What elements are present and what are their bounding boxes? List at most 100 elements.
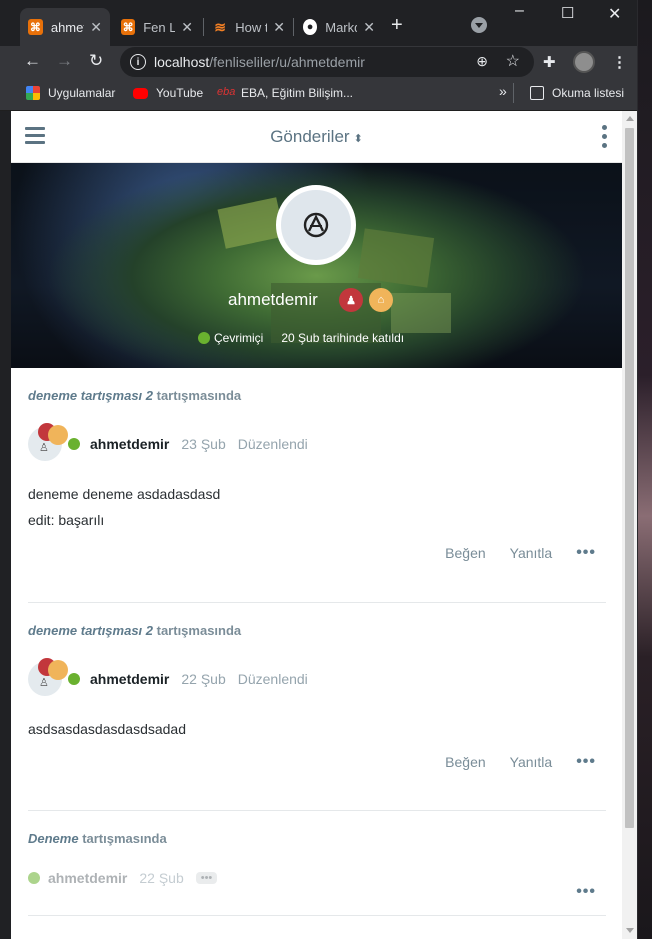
online-status: Çevrimiçi: [214, 331, 264, 345]
tab-title: How to: [235, 19, 268, 35]
tab-strip: ⌘ ahmetdemir ✕ ⌘ Fen Liseliler ✕ ≋ How t…: [0, 0, 637, 46]
tab-ahmetdemir[interactable]: ⌘ ahmetdemir ✕: [20, 8, 110, 46]
post-text-line: asdsasdasdasdasdsadad: [28, 721, 187, 737]
online-dot-icon: [68, 438, 80, 450]
scroll-down-icon[interactable]: [626, 928, 634, 933]
browser-menu-icon[interactable]: ⋮: [612, 53, 627, 71]
discussion-link[interactable]: deneme tartışması 2 tartışmasında: [28, 623, 606, 638]
post-text-line: edit: başarılı: [28, 512, 105, 528]
discussion-link[interactable]: deneme tartışması 2 tartışmasında: [28, 388, 606, 403]
like-button[interactable]: Beğen: [445, 754, 485, 770]
minimize-button[interactable]: –: [515, 2, 524, 20]
zoom-icon[interactable]: ⊕: [476, 53, 488, 70]
flarum-favicon-icon: ⌘: [121, 19, 136, 35]
bookmark-label: YouTube: [156, 86, 204, 100]
reading-list-icon: [530, 86, 544, 100]
post-body: deneme deneme asdadasdasd edit: başarılı: [28, 481, 606, 533]
post-item: deneme tartışması 2 tartışmasında ♙ ahme…: [28, 388, 606, 602]
bookmark-star-icon[interactable]: ☆: [506, 51, 520, 71]
author-name[interactable]: ahmetdemir: [90, 436, 169, 452]
flarum-favicon-icon: ⌘: [28, 19, 43, 35]
tab-fen-liseliler[interactable]: ⌘ Fen Liseliler ✕: [113, 8, 201, 46]
browser-toolbar: ← → ↻ i localhost/fenliseliler/u/ahmetde…: [0, 46, 637, 78]
post-divider: [28, 810, 606, 811]
post-more-icon[interactable]: •••: [576, 883, 596, 901]
post-text-line: deneme deneme asdadasdasd: [28, 486, 221, 502]
author-avatar[interactable]: ♙: [28, 658, 68, 696]
scroll-up-icon[interactable]: [626, 116, 634, 121]
page-title: Gönderiler: [270, 127, 350, 146]
extensions-icon[interactable]: ✚: [543, 53, 556, 71]
edited-label[interactable]: Düzenlendi: [238, 436, 308, 452]
reload-icon[interactable]: ↻: [89, 51, 103, 71]
sort-icon: ⬍: [353, 133, 363, 145]
profile-avatar-large: [276, 185, 356, 265]
bookmark-apps[interactable]: Uygulamalar: [26, 86, 115, 100]
reply-button[interactable]: Yanıtla: [510, 754, 553, 770]
maximize-button[interactable]: ☐: [561, 4, 574, 22]
page-viewport: Gönderiler ⬍ ahmetdemir ♟ ⌂ Çevrimiçi 20…: [11, 111, 622, 939]
hidden-post-toggle[interactable]: •••: [195, 872, 218, 884]
app-header: Gönderiler ⬍: [11, 111, 622, 163]
address-bar[interactable]: i localhost/fenliseliler/u/ahmetdemir ⊕ …: [120, 47, 534, 77]
eba-icon: eba: [217, 86, 236, 98]
post-actions: Beğen Yanıtla •••: [421, 753, 596, 771]
hero-background-art: [357, 228, 435, 288]
post-date[interactable]: 22 Şub: [139, 870, 183, 886]
bookmarks-separator: [513, 83, 514, 103]
post-more-icon[interactable]: •••: [576, 544, 596, 562]
more-options-icon[interactable]: [602, 125, 608, 152]
close-tab-icon[interactable]: ✕: [363, 19, 375, 36]
close-tab-icon[interactable]: ✕: [273, 19, 285, 36]
profile-hero: ahmetdemir ♟ ⌂ Çevrimiçi 20 Şub tarihind…: [11, 163, 622, 368]
profile-avatar[interactable]: [573, 51, 595, 73]
bookmark-youtube[interactable]: YouTube: [133, 86, 203, 100]
online-dot-icon: [198, 332, 210, 344]
post-actions: •••: [552, 883, 596, 901]
apps-grid-icon: [26, 86, 40, 100]
close-tab-icon[interactable]: ✕: [181, 19, 193, 36]
post-date[interactable]: 23 Şub: [181, 436, 225, 452]
group-badge-icon: ⌂: [369, 288, 393, 312]
forward-icon[interactable]: →: [56, 51, 73, 71]
profile-username: ahmetdemir: [228, 290, 318, 309]
tab-search-icon[interactable]: [471, 17, 487, 33]
user-badge-icon: ♟: [339, 288, 363, 312]
author-name[interactable]: ahmetdemir: [90, 671, 169, 687]
like-button[interactable]: Beğen: [445, 545, 485, 561]
post-actions: Beğen Yanıtla •••: [421, 544, 596, 562]
tab-markdown[interactable]: ● Markdown ✕: [295, 8, 383, 46]
discussion-link[interactable]: Deneme tartışmasında: [28, 831, 606, 846]
post-divider: [28, 602, 606, 603]
reading-list-button[interactable]: Okuma listesi: [530, 86, 624, 100]
hero-background-art: [391, 293, 451, 333]
bookmark-eba[interactable]: eba EBA, Eğitim Bilişim...: [217, 86, 353, 100]
site-info-icon[interactable]: i: [130, 54, 146, 70]
author-avatar[interactable]: ♙: [28, 423, 68, 461]
desktop-background: [638, 0, 652, 939]
tab-separator: [293, 18, 294, 36]
tab-title: ahmetdemir: [50, 19, 85, 35]
bookmarks-overflow[interactable]: »: [499, 83, 507, 99]
edited-label[interactable]: Düzenlendi: [238, 671, 308, 687]
new-tab-button[interactable]: +: [391, 14, 403, 37]
post-more-icon[interactable]: •••: [576, 753, 596, 771]
tab-title: Fen Liseliler: [143, 19, 176, 35]
post-date[interactable]: 22 Şub: [181, 671, 225, 687]
url-text[interactable]: localhost/fenliseliler/u/ahmetdemir: [154, 54, 365, 70]
back-icon[interactable]: ←: [24, 51, 41, 71]
close-window-button[interactable]: ✕: [608, 4, 621, 24]
post-item-hidden: Deneme tartışmasında ahmetdemir 22 Şub •…: [28, 831, 606, 915]
page-scrollbar[interactable]: [622, 111, 637, 939]
post-item: deneme tartışması 2 tartışmasında ♙ ahme…: [28, 623, 606, 810]
reply-button[interactable]: Yanıtla: [510, 545, 553, 561]
tab-separator: [203, 18, 204, 36]
github-favicon-icon: ●: [303, 19, 318, 35]
posts-dropdown[interactable]: Gönderiler ⬍: [11, 127, 622, 147]
tab-how-to[interactable]: ≋ How to ✕: [205, 8, 293, 46]
stackoverflow-favicon-icon: ≋: [214, 18, 226, 35]
author-name[interactable]: ahmetdemir: [48, 870, 127, 886]
scroll-thumb[interactable]: [625, 128, 634, 828]
close-tab-icon[interactable]: ✕: [90, 19, 102, 36]
post-body: asdsasdasdasdasdsadad: [28, 716, 606, 742]
